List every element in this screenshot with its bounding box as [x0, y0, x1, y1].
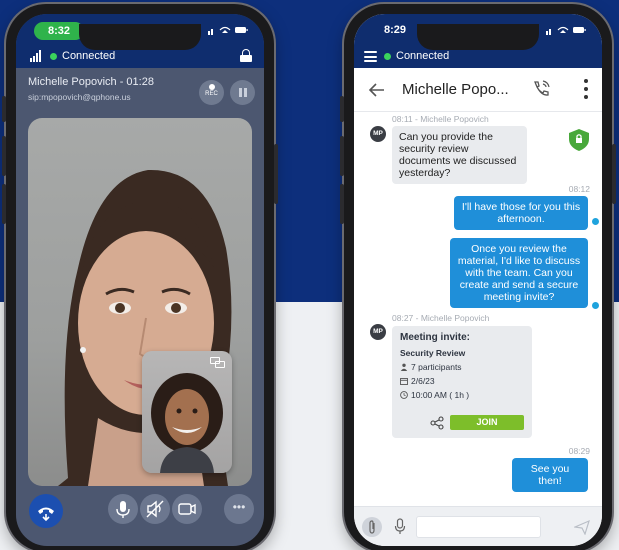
video-camera-icon [178, 503, 196, 515]
record-button[interactable]: REC [199, 80, 224, 105]
invite-participants: 7 participants [400, 362, 524, 372]
share-icon[interactable] [430, 416, 444, 430]
caller-sip-address: sip:mpopovich@qphone.us [28, 92, 131, 102]
record-icon [208, 84, 215, 90]
connection-label: Connected [62, 50, 116, 62]
send-icon[interactable] [574, 519, 590, 535]
phone-notch [79, 24, 201, 50]
avatar: MP [370, 324, 386, 340]
phone-volume-down [340, 184, 344, 224]
message-list: 08:11 - Michelle Popovich MP Can you pro… [354, 112, 602, 506]
kebab-menu-icon[interactable] [584, 79, 588, 101]
microphone-icon [116, 501, 130, 518]
secure-shield-icon [569, 129, 589, 151]
menu-icon[interactable] [364, 51, 377, 62]
hangup-icon [38, 507, 54, 522]
self-video-pip[interactable] [142, 351, 232, 473]
phone-power-button [612, 144, 616, 204]
invite-time: 10:00 AM ( 1h ) [400, 390, 524, 400]
mute-button[interactable] [108, 494, 138, 524]
call-info: Michelle Popovich - 01:28 sip:mpopovich@… [28, 76, 154, 102]
compose-bar [354, 506, 602, 546]
connection-label: Connected [396, 50, 450, 62]
read-receipt-icon [592, 218, 599, 225]
participants-count: 7 participants [411, 362, 462, 372]
system-icons [208, 25, 248, 38]
wifi-battery-icon [208, 26, 248, 35]
phone-side-button [340, 96, 344, 122]
video-button[interactable] [172, 494, 202, 524]
hangup-button[interactable] [29, 494, 63, 528]
connected-dot-icon [50, 52, 57, 60]
meeting-invite-card: Meeting invite: Security Review 7 partic… [392, 326, 532, 438]
video-call-screen: 8:32 Connected Michelle Popovich - 01:28 [16, 14, 264, 546]
attach-icon[interactable] [362, 517, 382, 537]
connection-status: Connected [50, 50, 115, 62]
microphone-icon[interactable] [394, 518, 406, 536]
message-time: 08:29 [568, 446, 590, 456]
outgoing-message: See you then! [512, 458, 588, 492]
read-receipt-icon [592, 302, 599, 309]
phone-volume-up [2, 136, 6, 176]
call-icon[interactable] [530, 78, 552, 100]
join-meeting-button[interactable]: JOIN [450, 415, 524, 430]
speaker-muted-icon [146, 500, 164, 518]
status-time: 8:32 [34, 22, 84, 40]
message-meta: 08:27 - Michelle Popovich [392, 313, 490, 323]
phone-side-button [2, 96, 6, 122]
self-participant-face [151, 373, 223, 473]
lock-icon [240, 49, 252, 62]
clock-icon [400, 391, 408, 399]
chat-header: Michelle Popo... [354, 68, 602, 112]
outgoing-message: I'll have those for you this afternoon. [454, 196, 588, 230]
invite-subject: Security Review [400, 348, 466, 358]
video-call-phone: 8:32 Connected Michelle Popovich - 01:28 [2, 4, 278, 550]
record-label: REC [205, 91, 218, 97]
phone-power-button [274, 144, 278, 204]
phone-volume-up [340, 136, 344, 176]
more-options-button[interactable]: ••• [224, 494, 254, 524]
chat-phone: 8:29 Connected Michelle Popo... 08:11 - … [340, 4, 616, 550]
incoming-message: Can you provide the security review docu… [392, 126, 527, 184]
signal-icon [30, 50, 41, 62]
switch-camera-icon[interactable] [210, 357, 226, 369]
calendar-icon [400, 378, 408, 385]
invite-date-value: 2/6/23 [411, 376, 435, 386]
phone-notch [417, 24, 539, 50]
connected-dot-icon [384, 52, 391, 60]
call-controls: ••• [16, 488, 264, 546]
invite-time-value: 10:00 AM ( 1h ) [411, 390, 470, 400]
invite-title: Meeting invite: [400, 332, 471, 343]
hold-button[interactable] [230, 80, 255, 105]
chat-screen: 8:29 Connected Michelle Popo... 08:11 - … [354, 14, 602, 546]
phone-volume-down [2, 184, 6, 224]
outgoing-message: Once you review the material, I'd like t… [450, 238, 588, 308]
message-meta: 08:11 - Michelle Popovich [392, 114, 489, 124]
speaker-off-button[interactable] [140, 494, 170, 524]
system-icons [546, 25, 586, 38]
avatar: MP [370, 126, 386, 142]
person-icon [400, 363, 408, 371]
message-input[interactable] [416, 516, 541, 538]
back-arrow-icon[interactable] [368, 81, 386, 99]
status-time: 8:29 [384, 24, 407, 36]
wifi-battery-icon [546, 26, 586, 35]
connection-status: Connected [384, 50, 449, 62]
contact-name: Michelle Popo... [402, 81, 509, 98]
caller-name-duration: Michelle Popovich - 01:28 [28, 76, 154, 88]
invite-date: 2/6/23 [400, 376, 524, 386]
message-time: 08:12 [568, 184, 590, 194]
